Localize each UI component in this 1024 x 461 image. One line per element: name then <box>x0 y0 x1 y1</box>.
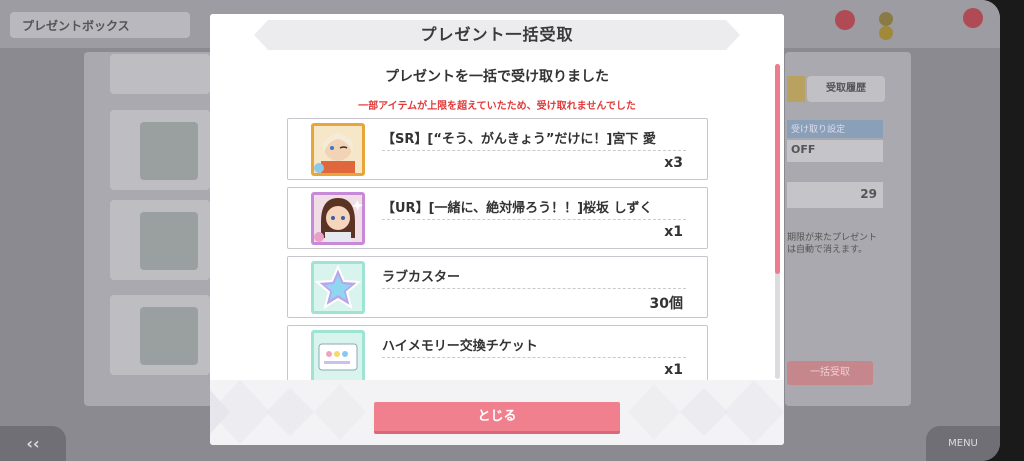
scrollbar-thumb[interactable] <box>775 64 780 274</box>
item-quantity: x1 <box>664 224 683 240</box>
bg-history-button: 受取履歴 <box>807 76 885 102</box>
bg-tab-marker <box>787 76 805 102</box>
bg-status-icons <box>785 6 1000 42</box>
divider <box>382 219 686 220</box>
bg-present-card <box>110 110 210 190</box>
bg-title: プレゼントボックス <box>10 12 190 38</box>
divider <box>382 357 686 358</box>
ur-card-icon <box>311 192 365 245</box>
back-button: ‹‹ <box>0 426 66 461</box>
warning-message: 一部アイテムが上限を超えていたため、受け取れませんでした <box>358 101 636 112</box>
bg-present-card <box>110 54 210 94</box>
bg-note: 期限が来たプレゼントは自動で消えます。 <box>787 233 878 255</box>
bg-count: 29 <box>787 182 883 208</box>
item-quantity: x3 <box>664 155 683 171</box>
ticket-icon <box>311 330 365 380</box>
coin-icon <box>879 26 893 40</box>
bg-present-card <box>110 200 210 280</box>
dialog-header: プレゼント一括受取 <box>210 14 784 56</box>
menu-button: MENU <box>926 426 1000 461</box>
result-message: プレゼントを一括で受け取りました <box>385 69 609 85</box>
notification-icon <box>963 8 983 28</box>
list-item: ラブカスター 30個 <box>287 256 708 318</box>
divider <box>382 150 686 151</box>
divider <box>382 288 686 289</box>
item-name: 【SR】[“そう、がんきょう”だけに！]宮下 愛 <box>382 132 656 147</box>
item-name: ハイメモリー交換チケット <box>382 339 538 354</box>
list-item: 【UR】[一緒に、絶対帰ろう！！]桜坂 しずく x1 <box>287 187 708 249</box>
item-name: 【UR】[一緒に、絶対帰ろう！！]桜坂 しずく <box>382 201 653 216</box>
dialog-footer: とじる <box>210 380 784 445</box>
close-button[interactable]: とじる <box>374 402 620 434</box>
bg-toggle-label: 受け取り設定 <box>787 120 883 138</box>
sr-card-icon <box>311 123 365 176</box>
list-item: 【SR】[“そう、がんきょう”だけに！]宮下 愛 x3 <box>287 118 708 180</box>
item-quantity: 30個 <box>649 296 683 312</box>
received-items-list[interactable]: 【SR】[“そう、がんきょう”だけに！]宮下 愛 x3 【UR】[一緒に、絶対帰… <box>287 118 708 380</box>
bg-receive-all-button: 一括受取 <box>787 361 873 385</box>
star-icon <box>311 261 365 314</box>
item-quantity: x1 <box>664 362 683 378</box>
dialog-title: プレゼント一括受取 <box>420 25 574 44</box>
bg-side-panel <box>785 52 911 406</box>
bg-toggle-value: OFF <box>787 140 883 162</box>
notification-icon <box>835 10 855 30</box>
list-item: ハイメモリー交換チケット x1 <box>287 325 708 380</box>
coin-icon <box>879 12 893 26</box>
bg-present-card <box>110 295 210 375</box>
item-name: ラブカスター <box>382 270 461 285</box>
present-receive-dialog: プレゼント一括受取 プレゼントを一括で受け取りました 一部アイテムが上限を超えて… <box>210 14 784 445</box>
